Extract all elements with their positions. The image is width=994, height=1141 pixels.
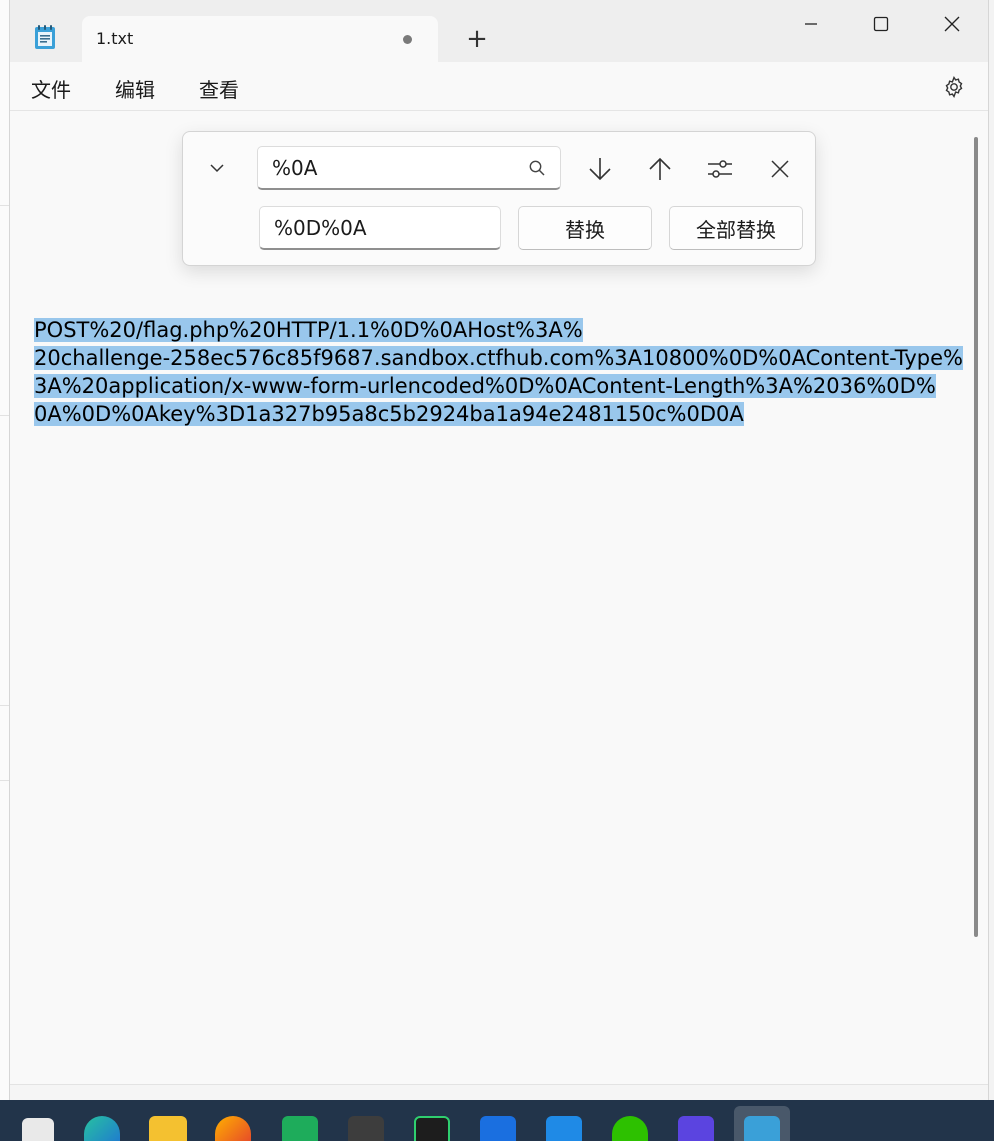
notepad-icon [35, 25, 55, 49]
editor-line: 3A%20application/x-www-form-urlencoded%0… [34, 372, 964, 400]
close-window-button[interactable] [917, 4, 987, 44]
maximize-button[interactable] [846, 4, 916, 44]
search-icon[interactable] [528, 159, 546, 177]
title-bar: 1.txt + [10, 0, 988, 62]
firefox-icon[interactable] [215, 1116, 251, 1141]
find-replace-panel: 替换 全部替换 [182, 131, 816, 266]
replace-button[interactable]: 替换 [518, 206, 652, 250]
find-input[interactable] [258, 147, 560, 188]
notepad-window: 1.txt + 文件 编辑 查看 %0A %0D%0A 替换 全部替换 POST… [9, 0, 989, 1100]
arrow-up-icon [649, 157, 671, 180]
taskbar-app-icon[interactable] [546, 1116, 582, 1141]
notepad-icon[interactable] [744, 1116, 780, 1141]
taskbar [0, 1100, 994, 1141]
taskbar-app-icon[interactable] [22, 1118, 54, 1141]
replace-all-button[interactable]: 全部替换 [669, 206, 803, 250]
taskbar-app-icon[interactable] [282, 1116, 318, 1141]
tab-title: 1.txt [96, 29, 134, 48]
minimize-button[interactable] [776, 4, 846, 44]
arrow-down-icon [589, 158, 611, 181]
wechat-icon[interactable] [612, 1116, 648, 1141]
gear-icon[interactable] [942, 75, 966, 99]
minimize-icon [805, 23, 817, 25]
menu-view[interactable]: 查看 [199, 74, 239, 103]
text-editor[interactable]: POST%20/flag.php%20HTTP/1.1%0D%0AHost%3A… [34, 316, 964, 428]
taskbar-app-icon[interactable] [678, 1116, 714, 1141]
edge-icon[interactable] [84, 1116, 120, 1141]
selected-text: 20challenge-258ec576c85f9687.sandbox.ctf… [34, 346, 963, 370]
menu-bar: 文件 编辑 查看 [10, 62, 988, 111]
maximize-icon [873, 16, 889, 32]
find-options-button[interactable] [703, 152, 737, 186]
replace-input[interactable] [260, 207, 500, 248]
selected-text: 0A%0D%0Akey%3D1a327b95a8c5b2924ba1a94e24… [34, 402, 744, 426]
chevron-down-icon [210, 164, 224, 173]
tab-1-txt[interactable]: 1.txt [82, 16, 438, 62]
close-icon [771, 160, 789, 178]
selected-text: POST%20/flag.php%20HTTP/1.1%0D%0AHost%3A… [34, 318, 583, 342]
new-tab-button[interactable]: + [462, 24, 492, 54]
status-bar [10, 1084, 988, 1100]
file-explorer-icon[interactable] [149, 1116, 187, 1141]
menu-file[interactable]: 文件 [31, 74, 71, 103]
find-field [257, 146, 561, 190]
editor-line: 20challenge-258ec576c85f9687.sandbox.ctf… [34, 344, 964, 372]
close-find-button[interactable] [763, 152, 797, 186]
find-previous-button[interactable] [643, 152, 677, 186]
unsaved-dot-icon [403, 35, 412, 44]
replace-field [259, 206, 501, 250]
taskbar-app-icon[interactable] [414, 1116, 450, 1141]
vertical-scrollbar[interactable] [974, 137, 978, 937]
sublime-text-icon[interactable] [348, 1116, 384, 1141]
taskbar-app-icon[interactable] [480, 1116, 516, 1141]
selected-text: 3A%20application/x-www-form-urlencoded%0… [34, 374, 936, 398]
toggle-replace-button[interactable] [203, 154, 231, 182]
editor-line: 0A%0D%0Akey%3D1a327b95a8c5b2924ba1a94e24… [34, 400, 964, 428]
find-next-button[interactable] [583, 152, 617, 186]
menu-edit[interactable]: 编辑 [115, 74, 155, 103]
sliders-icon [708, 160, 732, 178]
editor-line: POST%20/flag.php%20HTTP/1.1%0D%0AHost%3A… [34, 316, 964, 344]
close-icon [944, 16, 960, 32]
